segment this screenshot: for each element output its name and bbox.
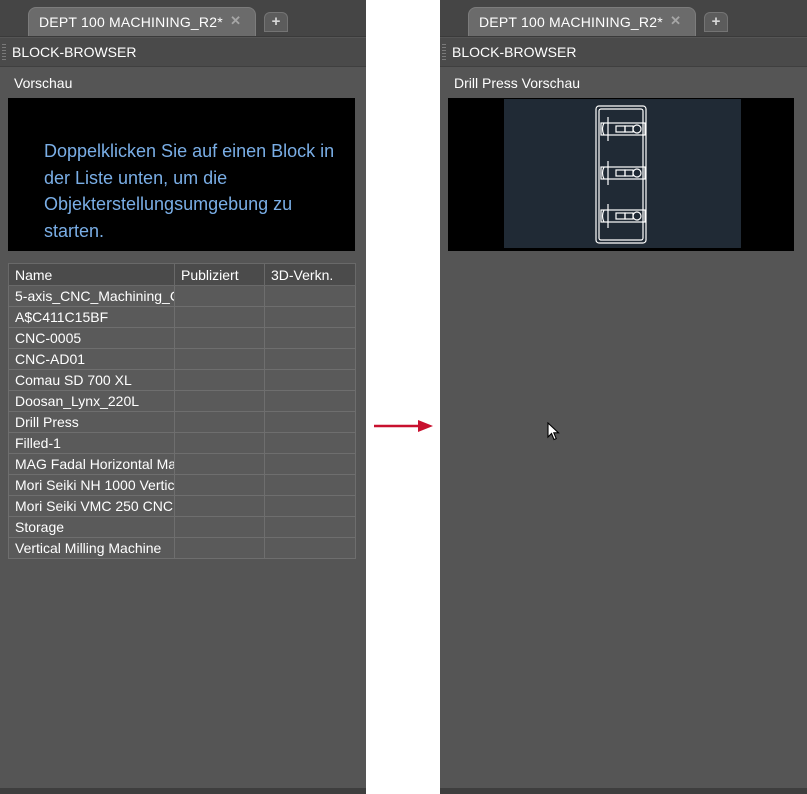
drill-press-drawing-icon bbox=[595, 105, 647, 244]
3d-link-cell bbox=[264, 327, 356, 349]
3d-link-cell bbox=[264, 411, 356, 433]
published-cell bbox=[174, 348, 265, 370]
document-tab-label: DEPT 100 MACHINING_R2* bbox=[39, 14, 223, 30]
block-name-cell[interactable]: Storage bbox=[8, 516, 175, 538]
palette-grip-icon[interactable] bbox=[2, 44, 6, 60]
block-name-cell[interactable]: 5-axis_CNC_Machining_Center bbox=[8, 285, 175, 307]
table-row[interactable]: MAG Fadal Horizontal Machine bbox=[8, 453, 356, 475]
palette-header: BLOCK-BROWSER bbox=[440, 38, 807, 67]
3d-link-cell bbox=[264, 453, 356, 475]
3d-link-cell bbox=[264, 516, 356, 538]
block-name-cell[interactable]: Comau SD 700 XL bbox=[8, 369, 175, 391]
published-cell bbox=[174, 327, 265, 349]
table-row[interactable]: Storage bbox=[8, 516, 356, 538]
3d-link-cell bbox=[264, 369, 356, 391]
published-cell bbox=[174, 390, 265, 412]
palette-header: BLOCK-BROWSER bbox=[0, 38, 366, 67]
block-name-cell[interactable]: Drill Press bbox=[8, 411, 175, 433]
preview-label: Drill Press Vorschau bbox=[454, 75, 581, 91]
preview-label: Vorschau bbox=[14, 75, 73, 91]
block-name-cell[interactable]: CNC-AD01 bbox=[8, 348, 175, 370]
table-row[interactable]: Drill Press bbox=[8, 411, 356, 433]
column-header-name[interactable]: Name bbox=[8, 263, 175, 286]
preview-area bbox=[448, 98, 794, 251]
published-cell bbox=[174, 516, 265, 538]
table-row[interactable]: Mori Seiki NH 1000 Vertical bbox=[8, 474, 356, 496]
block-name-cell[interactable]: Doosan_Lynx_220L bbox=[8, 390, 175, 412]
table-row[interactable]: Comau SD 700 XL bbox=[8, 369, 356, 391]
close-icon[interactable]: ✕ bbox=[230, 13, 241, 29]
add-tab-button[interactable]: + bbox=[264, 12, 288, 32]
published-cell bbox=[174, 537, 265, 559]
table-row[interactable]: Mori Seiki VMC 250 CNC bbox=[8, 495, 356, 517]
block-name-cell[interactable]: Mori Seiki VMC 250 CNC bbox=[8, 495, 175, 517]
block-name-cell[interactable]: Filled-1 bbox=[8, 432, 175, 454]
table-row[interactable]: CNC-AD01 bbox=[8, 348, 356, 370]
block-browser-panel-before: DEPT 100 MACHINING_R2* ✕ + BLOCK-BROWSER… bbox=[0, 0, 366, 794]
published-cell bbox=[174, 369, 265, 391]
published-cell bbox=[174, 411, 265, 433]
transition-arrow-icon bbox=[374, 420, 433, 432]
document-tab-label: DEPT 100 MACHINING_R2* bbox=[479, 14, 663, 30]
published-cell bbox=[174, 453, 265, 475]
block-name-cell[interactable]: A$C411C15BF bbox=[8, 306, 175, 328]
3d-link-cell bbox=[264, 390, 356, 412]
table-header-row: Name Publiziert 3D-Verkn. bbox=[8, 263, 356, 286]
close-icon[interactable]: ✕ bbox=[670, 13, 681, 29]
block-name-cell[interactable]: CNC-0005 bbox=[8, 327, 175, 349]
3d-link-cell bbox=[264, 348, 356, 370]
document-tab[interactable]: DEPT 100 MACHINING_R2* ✕ bbox=[28, 7, 256, 36]
panel-bottom-edge bbox=[440, 788, 807, 794]
mouse-cursor-icon bbox=[547, 422, 560, 441]
3d-link-cell bbox=[264, 474, 356, 496]
palette-title: BLOCK-BROWSER bbox=[452, 44, 577, 60]
published-cell bbox=[174, 495, 265, 517]
block-name-cell[interactable]: Mori Seiki NH 1000 Vertical bbox=[8, 474, 175, 496]
document-tab-bar: DEPT 100 MACHINING_R2* ✕ + bbox=[0, 0, 366, 37]
table-row[interactable]: CNC-0005 bbox=[8, 327, 356, 349]
preview-area: Doppelklicken Sie auf einen Block in der… bbox=[8, 98, 355, 251]
table-row[interactable]: A$C411C15BF bbox=[8, 306, 356, 328]
document-tab[interactable]: DEPT 100 MACHINING_R2* ✕ bbox=[468, 7, 696, 36]
block-list-table: Name Publiziert 3D-Verkn. 5-axis_CNC_Mac… bbox=[8, 263, 356, 559]
3d-link-cell bbox=[264, 285, 356, 307]
drill-press-preview-image bbox=[504, 99, 741, 248]
3d-link-cell bbox=[264, 495, 356, 517]
block-name-cell[interactable]: Vertical Milling Machine bbox=[8, 537, 175, 559]
block-name-cell[interactable]: MAG Fadal Horizontal Machine bbox=[8, 453, 175, 475]
block-browser-panel-after: DEPT 100 MACHINING_R2* ✕ + BLOCK-BROWSER… bbox=[440, 0, 807, 794]
published-cell bbox=[174, 285, 265, 307]
3d-link-cell bbox=[264, 306, 356, 328]
published-cell bbox=[174, 306, 265, 328]
column-header-3d-link[interactable]: 3D-Verkn. bbox=[264, 263, 356, 286]
panel-bottom-edge bbox=[0, 788, 366, 794]
preview-hint-text: Doppelklicken Sie auf einen Block in der… bbox=[44, 141, 335, 241]
add-tab-button[interactable]: + bbox=[704, 12, 728, 32]
palette-grip-icon[interactable] bbox=[442, 44, 446, 60]
column-header-published[interactable]: Publiziert bbox=[174, 263, 265, 286]
3d-link-cell bbox=[264, 537, 356, 559]
table-row[interactable]: Filled-1 bbox=[8, 432, 356, 454]
palette-title: BLOCK-BROWSER bbox=[12, 44, 137, 60]
table-row[interactable]: 5-axis_CNC_Machining_Center bbox=[8, 285, 356, 307]
published-cell bbox=[174, 432, 265, 454]
table-row[interactable]: Vertical Milling Machine bbox=[8, 537, 356, 559]
table-row[interactable]: Doosan_Lynx_220L bbox=[8, 390, 356, 412]
3d-link-cell bbox=[264, 432, 356, 454]
published-cell bbox=[174, 474, 265, 496]
document-tab-bar: DEPT 100 MACHINING_R2* ✕ + bbox=[440, 0, 807, 37]
